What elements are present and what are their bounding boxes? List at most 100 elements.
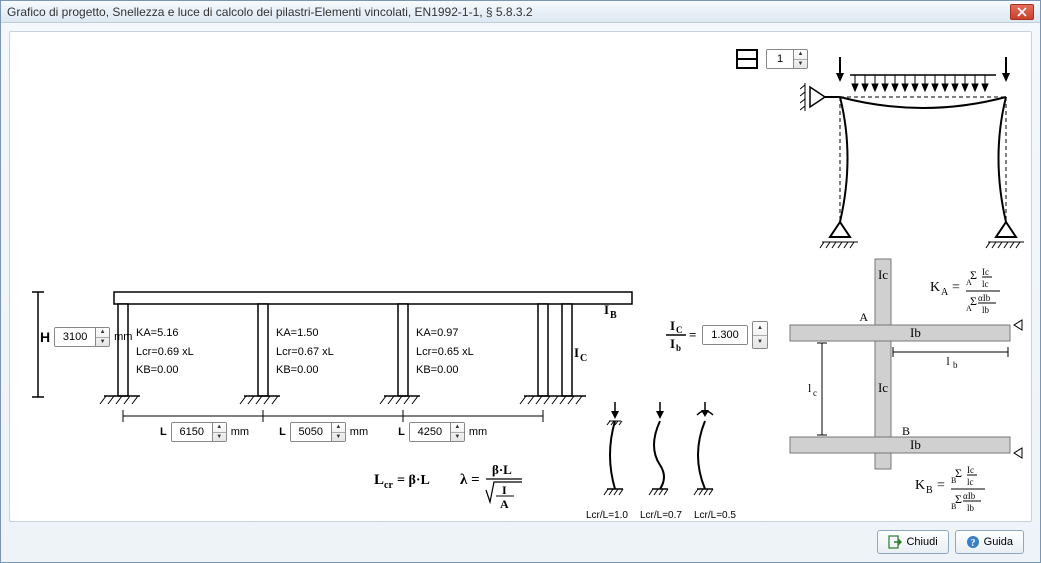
svg-text:L: L	[374, 472, 384, 488]
ratio-spinner[interactable]	[702, 325, 748, 345]
svg-text:αIb: αIb	[963, 491, 976, 501]
svg-text:C: C	[580, 353, 587, 364]
ic-over-ib-label: I C I b =	[662, 318, 698, 352]
span3-unit: mm	[469, 426, 487, 438]
svg-text:A: A	[941, 287, 949, 298]
svg-text:Ib: Ib	[910, 437, 921, 452]
svg-text:A: A	[966, 278, 972, 287]
svg-text:Ic: Ic	[878, 380, 888, 395]
col3-ka: KA=0.97	[416, 324, 474, 343]
help-button[interactable]: ? Guida	[955, 530, 1024, 554]
h-label: H	[40, 329, 50, 345]
svg-text:I: I	[670, 318, 675, 333]
story-count-input[interactable]	[767, 50, 793, 68]
col1-lcr: Lcr=0.69 xL	[136, 343, 194, 362]
svg-text:=: =	[689, 327, 696, 342]
svg-text:lc: lc	[982, 279, 989, 289]
close-button[interactable]: Chiudi	[877, 530, 948, 554]
buckling-label-1: Lcr/L=1.0	[586, 510, 628, 521]
spinner-up-icon[interactable]: ▲	[451, 423, 464, 433]
exit-icon	[888, 535, 902, 549]
col2-kb: KB=0.00	[276, 361, 334, 380]
svg-text:K: K	[930, 280, 940, 295]
h-spinner[interactable]: ▲ ▼	[54, 327, 110, 347]
column-1-data: KA=5.16 Lcr=0.69 xL KB=0.00	[136, 324, 194, 380]
svg-text:B: B	[951, 502, 956, 511]
close-icon	[1017, 7, 1027, 17]
span3-label: L	[398, 426, 405, 438]
svg-text:lb: lb	[982, 305, 990, 315]
svg-text:= β·L: = β·L	[397, 473, 430, 488]
ratio-stepper[interactable]: ▲▼	[752, 321, 768, 349]
svg-text:c: c	[813, 388, 817, 398]
svg-text:β·L: β·L	[492, 462, 512, 477]
span1-spinner[interactable]: ▲▼	[171, 422, 227, 442]
building-icon	[734, 48, 762, 70]
close-button-label: Chiudi	[906, 536, 937, 548]
svg-text:Ic: Ic	[982, 267, 989, 277]
help-button-label: Guida	[984, 536, 1013, 548]
svg-text:B: B	[902, 424, 910, 438]
svg-text:K: K	[915, 478, 925, 493]
svg-text:l: l	[808, 381, 812, 395]
spinner-down-icon[interactable]: ▼	[96, 338, 109, 347]
column-2-data: KA=1.50 Lcr=0.67 xL KB=0.00	[276, 324, 334, 380]
spinner-up-icon[interactable]: ▲	[213, 423, 226, 433]
spinner-down-icon[interactable]: ▼	[451, 433, 464, 442]
spinner-up-icon[interactable]: ▲	[332, 423, 345, 433]
spinner-up-icon[interactable]: ▲	[753, 322, 767, 336]
h-unit: mm	[114, 331, 132, 343]
span2-unit: mm	[350, 426, 368, 438]
col2-lcr: Lcr=0.67 xL	[276, 343, 334, 362]
span2-input[interactable]	[291, 423, 331, 441]
col2-ka: KA=1.50	[276, 324, 334, 343]
span3-spinner[interactable]: ▲▼	[409, 422, 465, 442]
svg-text:I: I	[502, 483, 507, 497]
svg-text:lc: lc	[967, 477, 974, 487]
help-icon: ?	[966, 535, 980, 549]
dialog-window: Grafico di progetto, Snellezza e luce di…	[0, 0, 1041, 563]
buckling-label-3: Lcr/L=0.5	[694, 510, 736, 521]
window-close-button[interactable]	[1010, 4, 1034, 20]
spinner-up-icon[interactable]: ▲	[96, 328, 109, 338]
svg-text:Ic: Ic	[967, 465, 974, 475]
buckling-label-2: Lcr/L=0.7	[640, 510, 682, 521]
span2-label: L	[279, 426, 286, 438]
span1-input[interactable]	[172, 423, 212, 441]
svg-text:Ib: Ib	[910, 325, 921, 340]
svg-text:=: =	[952, 280, 960, 295]
svg-text:lb: lb	[967, 503, 975, 513]
svg-text:I: I	[670, 336, 675, 351]
svg-text:C: C	[676, 325, 683, 335]
svg-text:I: I	[604, 302, 609, 317]
svg-text:l: l	[946, 354, 950, 368]
svg-text:αIb: αIb	[978, 293, 991, 303]
ratio-input[interactable]	[703, 326, 747, 344]
buckling-modes-diagram	[590, 397, 730, 507]
sway-frame-diagram	[800, 47, 1030, 257]
formulas: L cr = β·L λ = β·L I A	[374, 462, 574, 512]
svg-text:A: A	[966, 304, 972, 313]
spinner-down-icon[interactable]: ▼	[332, 433, 345, 442]
svg-text:B: B	[951, 476, 956, 485]
spinner-down-icon[interactable]: ▼	[213, 433, 226, 442]
column-joint-diagram: Ic Ic Ib Ib A B l b l c K A =	[770, 257, 1030, 517]
span2-spinner[interactable]: ▲▼	[290, 422, 346, 442]
span3-input[interactable]	[410, 423, 450, 441]
col3-lcr: Lcr=0.65 xL	[416, 343, 474, 362]
column-3-data: KA=0.97 Lcr=0.65 xL KB=0.00	[416, 324, 474, 380]
svg-text:I: I	[574, 345, 579, 360]
col3-kb: KB=0.00	[416, 361, 474, 380]
svg-text:B: B	[926, 485, 933, 496]
svg-text:cr: cr	[384, 480, 393, 491]
span1-unit: mm	[231, 426, 249, 438]
content-panel: ▲ ▼	[9, 31, 1032, 522]
frame-elevation-diagram: I B I C	[28, 282, 648, 422]
svg-text:λ =: λ =	[460, 472, 480, 488]
col1-kb: KB=0.00	[136, 361, 194, 380]
spinner-down-icon[interactable]: ▼	[753, 336, 767, 349]
h-input[interactable]	[55, 328, 95, 346]
svg-text:A: A	[859, 310, 868, 324]
span1-label: L	[160, 426, 167, 438]
window-title: Grafico di progetto, Snellezza e luce di…	[7, 5, 1010, 19]
